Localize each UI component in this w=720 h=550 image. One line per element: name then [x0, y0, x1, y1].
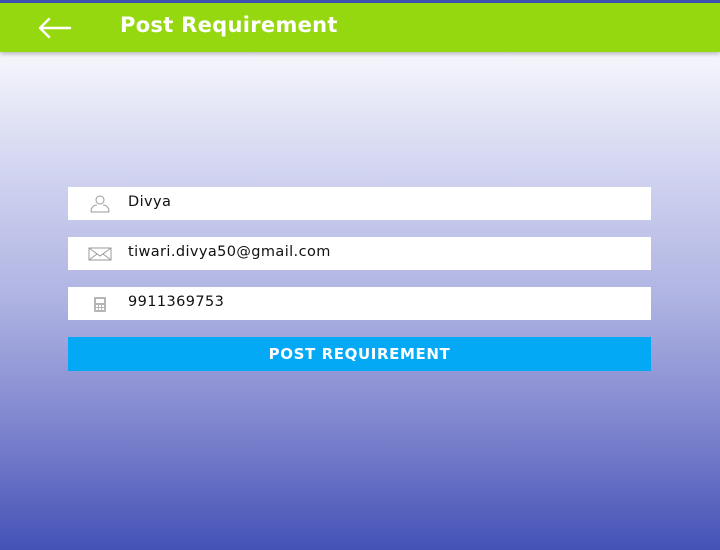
- back-button[interactable]: [34, 13, 74, 43]
- name-field[interactable]: Divya: [68, 187, 651, 220]
- app-bar: Post Requirement: [0, 3, 720, 52]
- name-value: Divya: [128, 194, 172, 210]
- phone-value: 9911369753: [128, 294, 225, 310]
- post-requirement-button[interactable]: POST REQUIREMENT: [68, 337, 651, 371]
- arrow-left-icon: [38, 17, 72, 39]
- page-title: Post Requirement: [120, 13, 338, 37]
- envelope-icon: [88, 247, 112, 261]
- phone-icon: [94, 297, 106, 312]
- person-icon: [90, 195, 110, 213]
- email-field[interactable]: tiwari.divya50@gmail.com: [68, 237, 651, 270]
- phone-field[interactable]: 9911369753: [68, 287, 651, 320]
- email-value: tiwari.divya50@gmail.com: [128, 244, 331, 260]
